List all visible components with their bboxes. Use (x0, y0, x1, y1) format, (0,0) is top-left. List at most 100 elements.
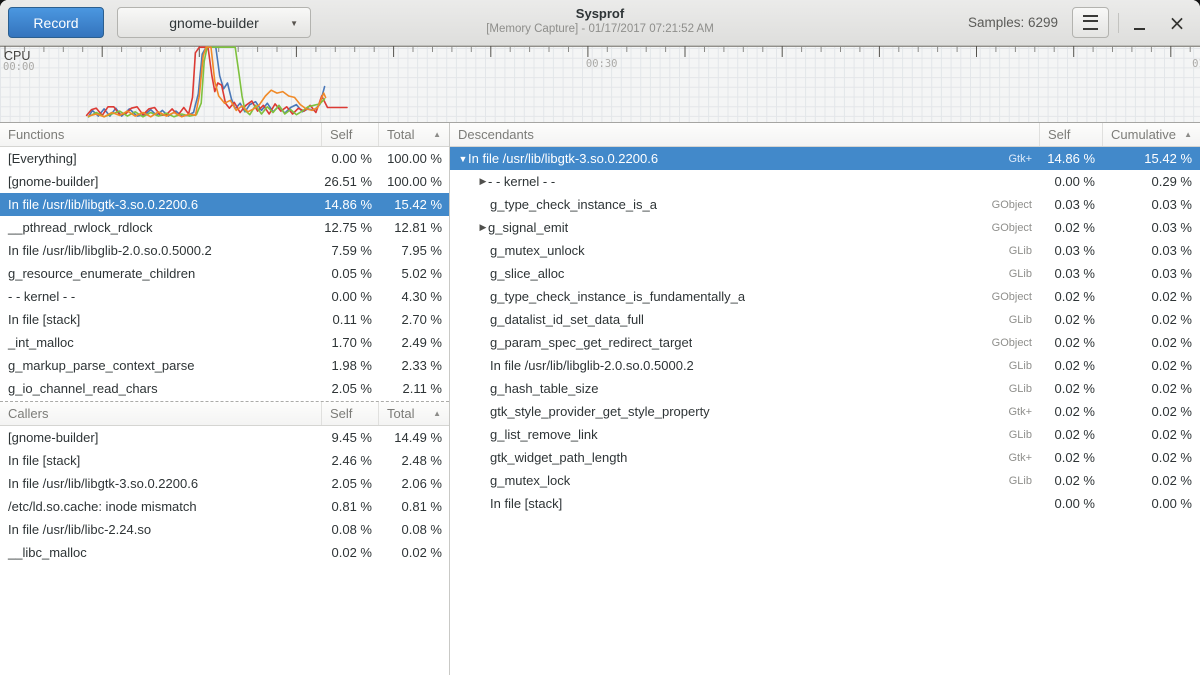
function-self-cell: 0.11 % (322, 312, 379, 327)
caller-row[interactable]: __libc_malloc0.02 %0.02 % (0, 541, 449, 564)
functions-header: Functions Self Total ▲ (0, 123, 449, 147)
caller-total-cell: 2.06 % (379, 476, 449, 491)
descendant-cumulative-cell: 0.29 % (1103, 174, 1200, 189)
descendant-row[interactable]: g_mutex_unlockGLib0.03 %0.03 % (450, 239, 1200, 262)
target-select[interactable]: gnome-builder ▼ (117, 7, 311, 38)
profile-panes: Functions Self Total ▲ [Everything]0.00 … (0, 123, 1200, 675)
minimize-icon (1134, 28, 1145, 30)
function-row[interactable]: [gnome-builder]26.51 %100.00 % (0, 170, 449, 193)
descendant-self-cell: 14.86 % (1040, 151, 1103, 166)
descendant-row[interactable]: ▶- - kernel - -0.00 %0.29 % (450, 170, 1200, 193)
descendant-row[interactable]: g_param_spec_get_redirect_targetGObject0… (450, 331, 1200, 354)
descendant-row[interactable]: ▶g_signal_emitGObject0.02 %0.03 % (450, 216, 1200, 239)
functions-self-column-header[interactable]: Self (322, 123, 379, 146)
descendant-row[interactable]: gtk_style_provider_get_style_property Gtk… (450, 400, 1200, 423)
menu-button[interactable] (1072, 7, 1109, 38)
descendant-row[interactable]: ▼In file /usr/lib/libgtk-3.so.0.2200.6Gt… (450, 147, 1200, 170)
descendants-header: Descendants Self Cumulative ▲ (450, 123, 1200, 147)
callers-panel: Callers Self Total ▲ [gnome-builder]9.45… (0, 401, 449, 564)
callers-total-column-header[interactable]: Total ▲ (379, 402, 449, 425)
function-total-cell: 2.33 % (379, 358, 449, 373)
caller-total-cell: 0.81 % (379, 499, 449, 514)
caller-row[interactable]: [gnome-builder]9.45 %14.49 % (0, 426, 449, 449)
library-tag: GObject (982, 199, 1040, 211)
function-row[interactable]: g_markup_parse_context_parse1.98 %2.33 % (0, 354, 449, 377)
functions-panel: Functions Self Total ▲ [Everything]0.00 … (0, 123, 449, 400)
descendant-self-cell: 0.02 % (1040, 289, 1103, 304)
function-row[interactable]: _int_malloc1.70 %2.49 % (0, 331, 449, 354)
descendant-row[interactable]: g_slice_allocGLib0.03 %0.03 % (450, 262, 1200, 285)
function-total-cell: 100.00 % (379, 174, 449, 189)
callers-self-column-header[interactable]: Self (322, 402, 379, 425)
function-row[interactable]: g_resource_enumerate_children0.05 %5.02 … (0, 262, 449, 285)
descendant-row[interactable]: g_type_check_instance_is_aGObject0.03 %0… (450, 193, 1200, 216)
descendant-name: gtk_widget_path_length (490, 450, 627, 465)
descendant-self-cell: 0.02 % (1040, 473, 1103, 488)
descendant-row[interactable]: g_hash_table_sizeGLib0.02 %0.02 % (450, 377, 1200, 400)
descendant-name-cell: g_datalist_id_set_data_fullGLib (450, 312, 1040, 327)
descendant-name: gtk_style_provider_get_style_property (490, 404, 710, 419)
function-row[interactable]: In file /usr/lib/libgtk-3.so.0.2200.614.… (0, 193, 449, 216)
descendant-row[interactable]: g_list_remove_linkGLib0.02 %0.02 % (450, 423, 1200, 446)
function-name-cell: In file [stack] (0, 312, 322, 327)
caller-row[interactable]: In file [stack]2.46 %2.48 % (0, 449, 449, 472)
expander-collapsed-icon[interactable]: ▶ (478, 222, 488, 233)
functions-total-column-header[interactable]: Total ▲ (379, 123, 449, 146)
descendants-column-header[interactable]: Descendants (450, 123, 1040, 146)
function-self-cell: 0.05 % (322, 266, 379, 281)
callers-column-header[interactable]: Callers (0, 402, 322, 425)
function-self-cell: 0.00 % (322, 289, 379, 304)
close-button[interactable]: × (1162, 7, 1192, 38)
expander-collapsed-icon[interactable]: ▶ (478, 176, 488, 187)
descendant-cumulative-cell: 0.02 % (1103, 450, 1200, 465)
titlebar-separator (1118, 13, 1119, 33)
function-self-cell: 14.86 % (322, 197, 379, 212)
descendant-row[interactable]: g_type_check_instance_is_fundamentally_a… (450, 285, 1200, 308)
left-pane: Functions Self Total ▲ [Everything]0.00 … (0, 123, 449, 675)
expander-expanded-icon[interactable]: ▼ (458, 154, 468, 164)
caller-row[interactable]: In file /usr/lib/libgtk-3.so.0.2200.62.0… (0, 472, 449, 495)
descendant-row[interactable]: g_datalist_id_set_data_fullGLib0.02 %0.0… (450, 308, 1200, 331)
descendants-self-column-header[interactable]: Self (1040, 123, 1103, 146)
function-row[interactable]: [Everything]0.00 %100.00 % (0, 147, 449, 170)
descendant-row[interactable]: gtk_widget_path_lengthGtk+0.02 %0.02 % (450, 446, 1200, 469)
function-row[interactable]: g_io_channel_read_chars2.05 %2.11 % (0, 377, 449, 400)
descendant-name: g_mutex_lock (490, 473, 570, 488)
hamburger-icon (1083, 15, 1098, 30)
descendant-cumulative-cell: 0.02 % (1103, 335, 1200, 350)
library-tag: GObject (982, 222, 1040, 234)
descendant-self-cell: 0.03 % (1040, 243, 1103, 258)
function-total-cell: 4.30 % (379, 289, 449, 304)
function-row[interactable]: __pthread_rwlock_rdlock12.75 %12.81 % (0, 216, 449, 239)
descendant-cumulative-cell: 0.00 % (1103, 496, 1200, 511)
library-tag: GObject (982, 291, 1040, 303)
descendant-row[interactable]: In file [stack]0.00 %0.00 % (450, 492, 1200, 515)
descendant-self-cell: 0.02 % (1040, 404, 1103, 419)
minimize-button[interactable] (1124, 7, 1154, 38)
descendants-panel: Descendants Self Cumulative ▲ ▼In file /… (450, 123, 1200, 515)
function-row[interactable]: In file [stack]0.11 %2.70 % (0, 308, 449, 331)
descendant-name-cell: ▶- - kernel - - (450, 174, 1040, 189)
function-row[interactable]: In file /usr/lib/libglib-2.0.so.0.5000.2… (0, 239, 449, 262)
descendant-cumulative-cell: 0.02 % (1103, 473, 1200, 488)
descendant-name-cell: g_mutex_unlockGLib (450, 243, 1040, 258)
library-tag: Gtk+ (998, 406, 1040, 418)
caller-row[interactable]: In file /usr/lib/libc-2.24.so0.08 %0.08 … (0, 518, 449, 541)
function-total-cell: 2.70 % (379, 312, 449, 327)
sort-ascending-icon: ▲ (427, 409, 441, 418)
descendant-self-cell: 0.02 % (1040, 335, 1103, 350)
caller-row[interactable]: /etc/ld.so.cache: inode mismatch0.81 %0.… (0, 495, 449, 518)
descendant-cumulative-cell: 0.03 % (1103, 197, 1200, 212)
caller-total-cell: 14.49 % (379, 430, 449, 445)
record-button[interactable]: Record (8, 7, 104, 38)
descendants-cumulative-column-header[interactable]: Cumulative ▲ (1103, 123, 1200, 146)
descendant-row[interactable]: g_mutex_lockGLib0.02 %0.02 % (450, 469, 1200, 492)
descendant-self-cell: 0.02 % (1040, 358, 1103, 373)
function-row[interactable]: - - kernel - -0.00 %4.30 % (0, 285, 449, 308)
cpu-graph[interactable]: CPU00:0000:3001:00 (0, 46, 1200, 123)
descendant-row[interactable]: In file /usr/lib/libglib-2.0.so.0.5000.2… (450, 354, 1200, 377)
functions-column-header[interactable]: Functions (0, 123, 322, 146)
function-self-cell: 2.05 % (322, 381, 379, 396)
caller-name-cell: In file [stack] (0, 453, 322, 468)
descendants-cumulative-label: Cumulative (1111, 127, 1176, 142)
